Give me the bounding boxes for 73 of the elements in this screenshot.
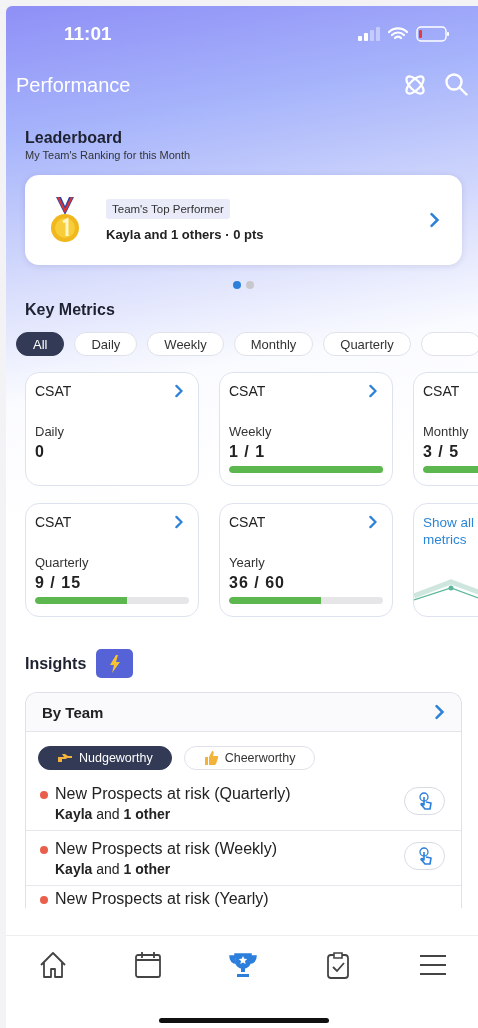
metric-value: 36 / 60 (229, 574, 286, 592)
filter-chip[interactable]: Daily (74, 332, 138, 356)
pager-dot[interactable] (233, 281, 241, 289)
metric-period: Yearly (229, 555, 266, 570)
hand-tap-icon (417, 847, 432, 865)
filter-chip[interactable]: Weekly (147, 332, 224, 356)
page-title: Performance (16, 73, 131, 97)
wifi-icon (388, 27, 408, 41)
metric-name: CSAT (229, 514, 266, 530)
status-dot (40, 791, 48, 799)
home-icon (38, 950, 68, 980)
leader-summary: Kayla and 1 others · 0 pts (106, 226, 264, 242)
nav-tab[interactable] (133, 950, 163, 980)
lightning-badge[interactable] (96, 649, 134, 678)
filter-chip[interactable]: Monthly (233, 332, 314, 356)
status-dot (40, 896, 48, 904)
metric-value: 1 / 1 (229, 443, 267, 461)
battery-icon (416, 26, 450, 42)
metric-card[interactable]: CSAT Monthly 3 / 5 (413, 372, 478, 486)
calendar-icon (133, 950, 163, 980)
chevron-right-icon[interactable] (435, 704, 445, 720)
top-performer-badge: Team's Top Performer (106, 198, 230, 219)
insight-title: New Prospects at risk (Yearly) (55, 890, 270, 908)
leaderboard-card[interactable]: Team's Top Performer Kayla and 1 others · 0 pts (25, 175, 462, 265)
show-all-card[interactable]: Show all metrics (413, 503, 478, 617)
chevron-right-icon[interactable] (368, 384, 377, 398)
insight-title: New Prospects at risk (Weekly) (55, 840, 278, 858)
metric-value: 9 / 15 (35, 574, 83, 592)
metric-card[interactable]: CSAT Quarterly 9 / 15 (25, 503, 199, 617)
insight-tab[interactable]: Nudgeworthy (38, 746, 172, 770)
chevron-right-icon[interactable] (368, 515, 377, 529)
panel-header[interactable]: By Team (26, 693, 461, 732)
pager-dot[interactable] (246, 281, 254, 289)
metric-name: CSAT (423, 383, 460, 399)
insight-people: Kayla and 1 other (55, 861, 172, 877)
insight-people: Kayla and 1 other (55, 806, 172, 822)
metric-period: Monthly (423, 424, 470, 439)
status-time: 11:01 (64, 23, 112, 45)
section-title: Key Metrics (25, 301, 116, 319)
hand-tap-icon (417, 792, 432, 810)
insight-tab[interactable]: Cheerworthy (183, 746, 315, 770)
section-title: Leaderboard (25, 129, 123, 147)
metric-value: 3 / 5 (423, 443, 461, 461)
metric-card[interactable]: CSAT Yearly 36 / 60 (219, 503, 393, 617)
trophy-icon (228, 950, 258, 980)
panel-title: By Team (42, 703, 104, 721)
metric-card[interactable]: CSAT Weekly 1 / 1 (219, 372, 393, 486)
metric-name: CSAT (35, 514, 72, 530)
chevron-right-icon[interactable] (430, 212, 440, 228)
metric-value: 0 (35, 443, 46, 461)
nudge-button[interactable] (404, 787, 445, 815)
section-subtitle: My Team's Ranking for this Month (25, 149, 192, 161)
thumbs-up-icon (202, 750, 219, 766)
medal-icon (50, 197, 80, 243)
show-all-link[interactable]: Show all metrics (423, 514, 478, 548)
metric-name: CSAT (35, 383, 72, 399)
metric-period: Weekly (229, 424, 273, 439)
status-dot (40, 846, 48, 854)
filter-chip[interactable]: Quarterly (323, 332, 411, 356)
pointing-hand-icon (57, 752, 73, 764)
insight-title: New Prospects at risk (Quarterly) (55, 785, 292, 803)
metric-period: Daily (35, 424, 65, 439)
signal-icon (358, 27, 380, 41)
metric-period: Quarterly (35, 555, 90, 570)
chevron-right-icon[interactable] (174, 515, 183, 529)
nav-tab[interactable] (38, 950, 68, 980)
nav-tab[interactable] (228, 950, 258, 980)
section-title: Insights (25, 654, 87, 673)
filter-chip[interactable]: All (16, 332, 65, 356)
nudge-button[interactable] (404, 842, 445, 870)
metric-card[interactable]: CSAT Daily 0 (25, 372, 199, 486)
metric-name: CSAT (229, 383, 266, 399)
chevron-right-icon[interactable] (174, 384, 183, 398)
